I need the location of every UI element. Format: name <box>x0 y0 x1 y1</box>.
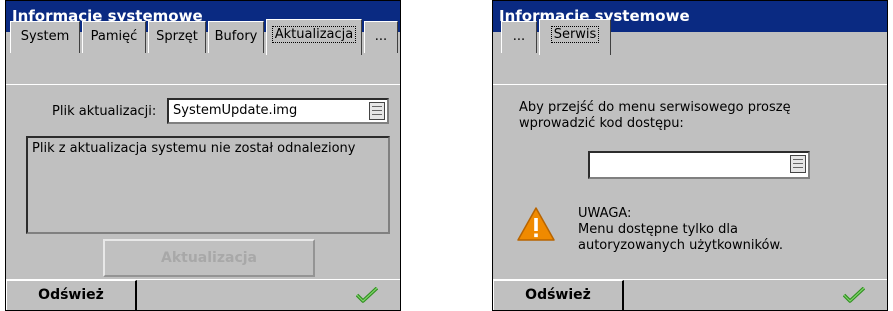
tab-service[interactable]: Serwis <box>539 19 611 55</box>
check-icon[interactable] <box>843 287 865 303</box>
warning-line-2: autoryzowanych użytkowników. <box>578 238 784 253</box>
warning-line-1: Menu dostępne tylko dla <box>578 222 738 237</box>
bottom-bar: Odśwież <box>6 279 400 310</box>
bottom-bar: Odśwież <box>493 279 887 310</box>
refresh-button[interactable]: Odśwież <box>493 280 624 310</box>
system-info-window-service: Informacje systemowe ... Serwis Aby prze… <box>492 0 888 311</box>
update-button[interactable]: Aktualizacja <box>103 239 315 277</box>
access-code-field[interactable] <box>588 151 810 179</box>
check-icon[interactable] <box>356 287 378 303</box>
warning-icon <box>517 207 555 241</box>
refresh-button[interactable]: Odśwież <box>6 280 137 310</box>
tab-memory[interactable]: Pamięć <box>82 21 146 53</box>
file-picker-icon[interactable] <box>369 102 385 120</box>
warning-text: UWAGA: Menu dostępne tylko dla autoryzow… <box>578 206 783 254</box>
access-code-prompt: Aby przejść do menu serwisowego proszę w… <box>519 100 791 131</box>
system-info-window-update: Informacje systemowe System Pamięć Sprzę… <box>5 0 401 311</box>
tab-more[interactable]: ... <box>364 21 398 53</box>
tab-system[interactable]: System <box>10 21 80 53</box>
update-file-field[interactable]: SystemUpdate.img <box>167 98 389 124</box>
tab-update[interactable]: Aktualizacja <box>266 19 362 55</box>
update-status-message: Plik z aktualizacja systemu nie został o… <box>26 136 390 234</box>
tab-divider <box>6 84 400 85</box>
tab-hardware[interactable]: Sprzęt <box>148 21 206 53</box>
warning-title: UWAGA: <box>578 206 632 221</box>
tab-buffers[interactable]: Bufory <box>208 21 264 53</box>
update-file-value: SystemUpdate.img <box>173 103 298 118</box>
tab-divider <box>493 84 887 85</box>
file-label: Plik aktualizacji: <box>52 104 157 119</box>
tab-more[interactable]: ... <box>501 21 537 53</box>
file-picker-icon[interactable] <box>790 155 806 173</box>
